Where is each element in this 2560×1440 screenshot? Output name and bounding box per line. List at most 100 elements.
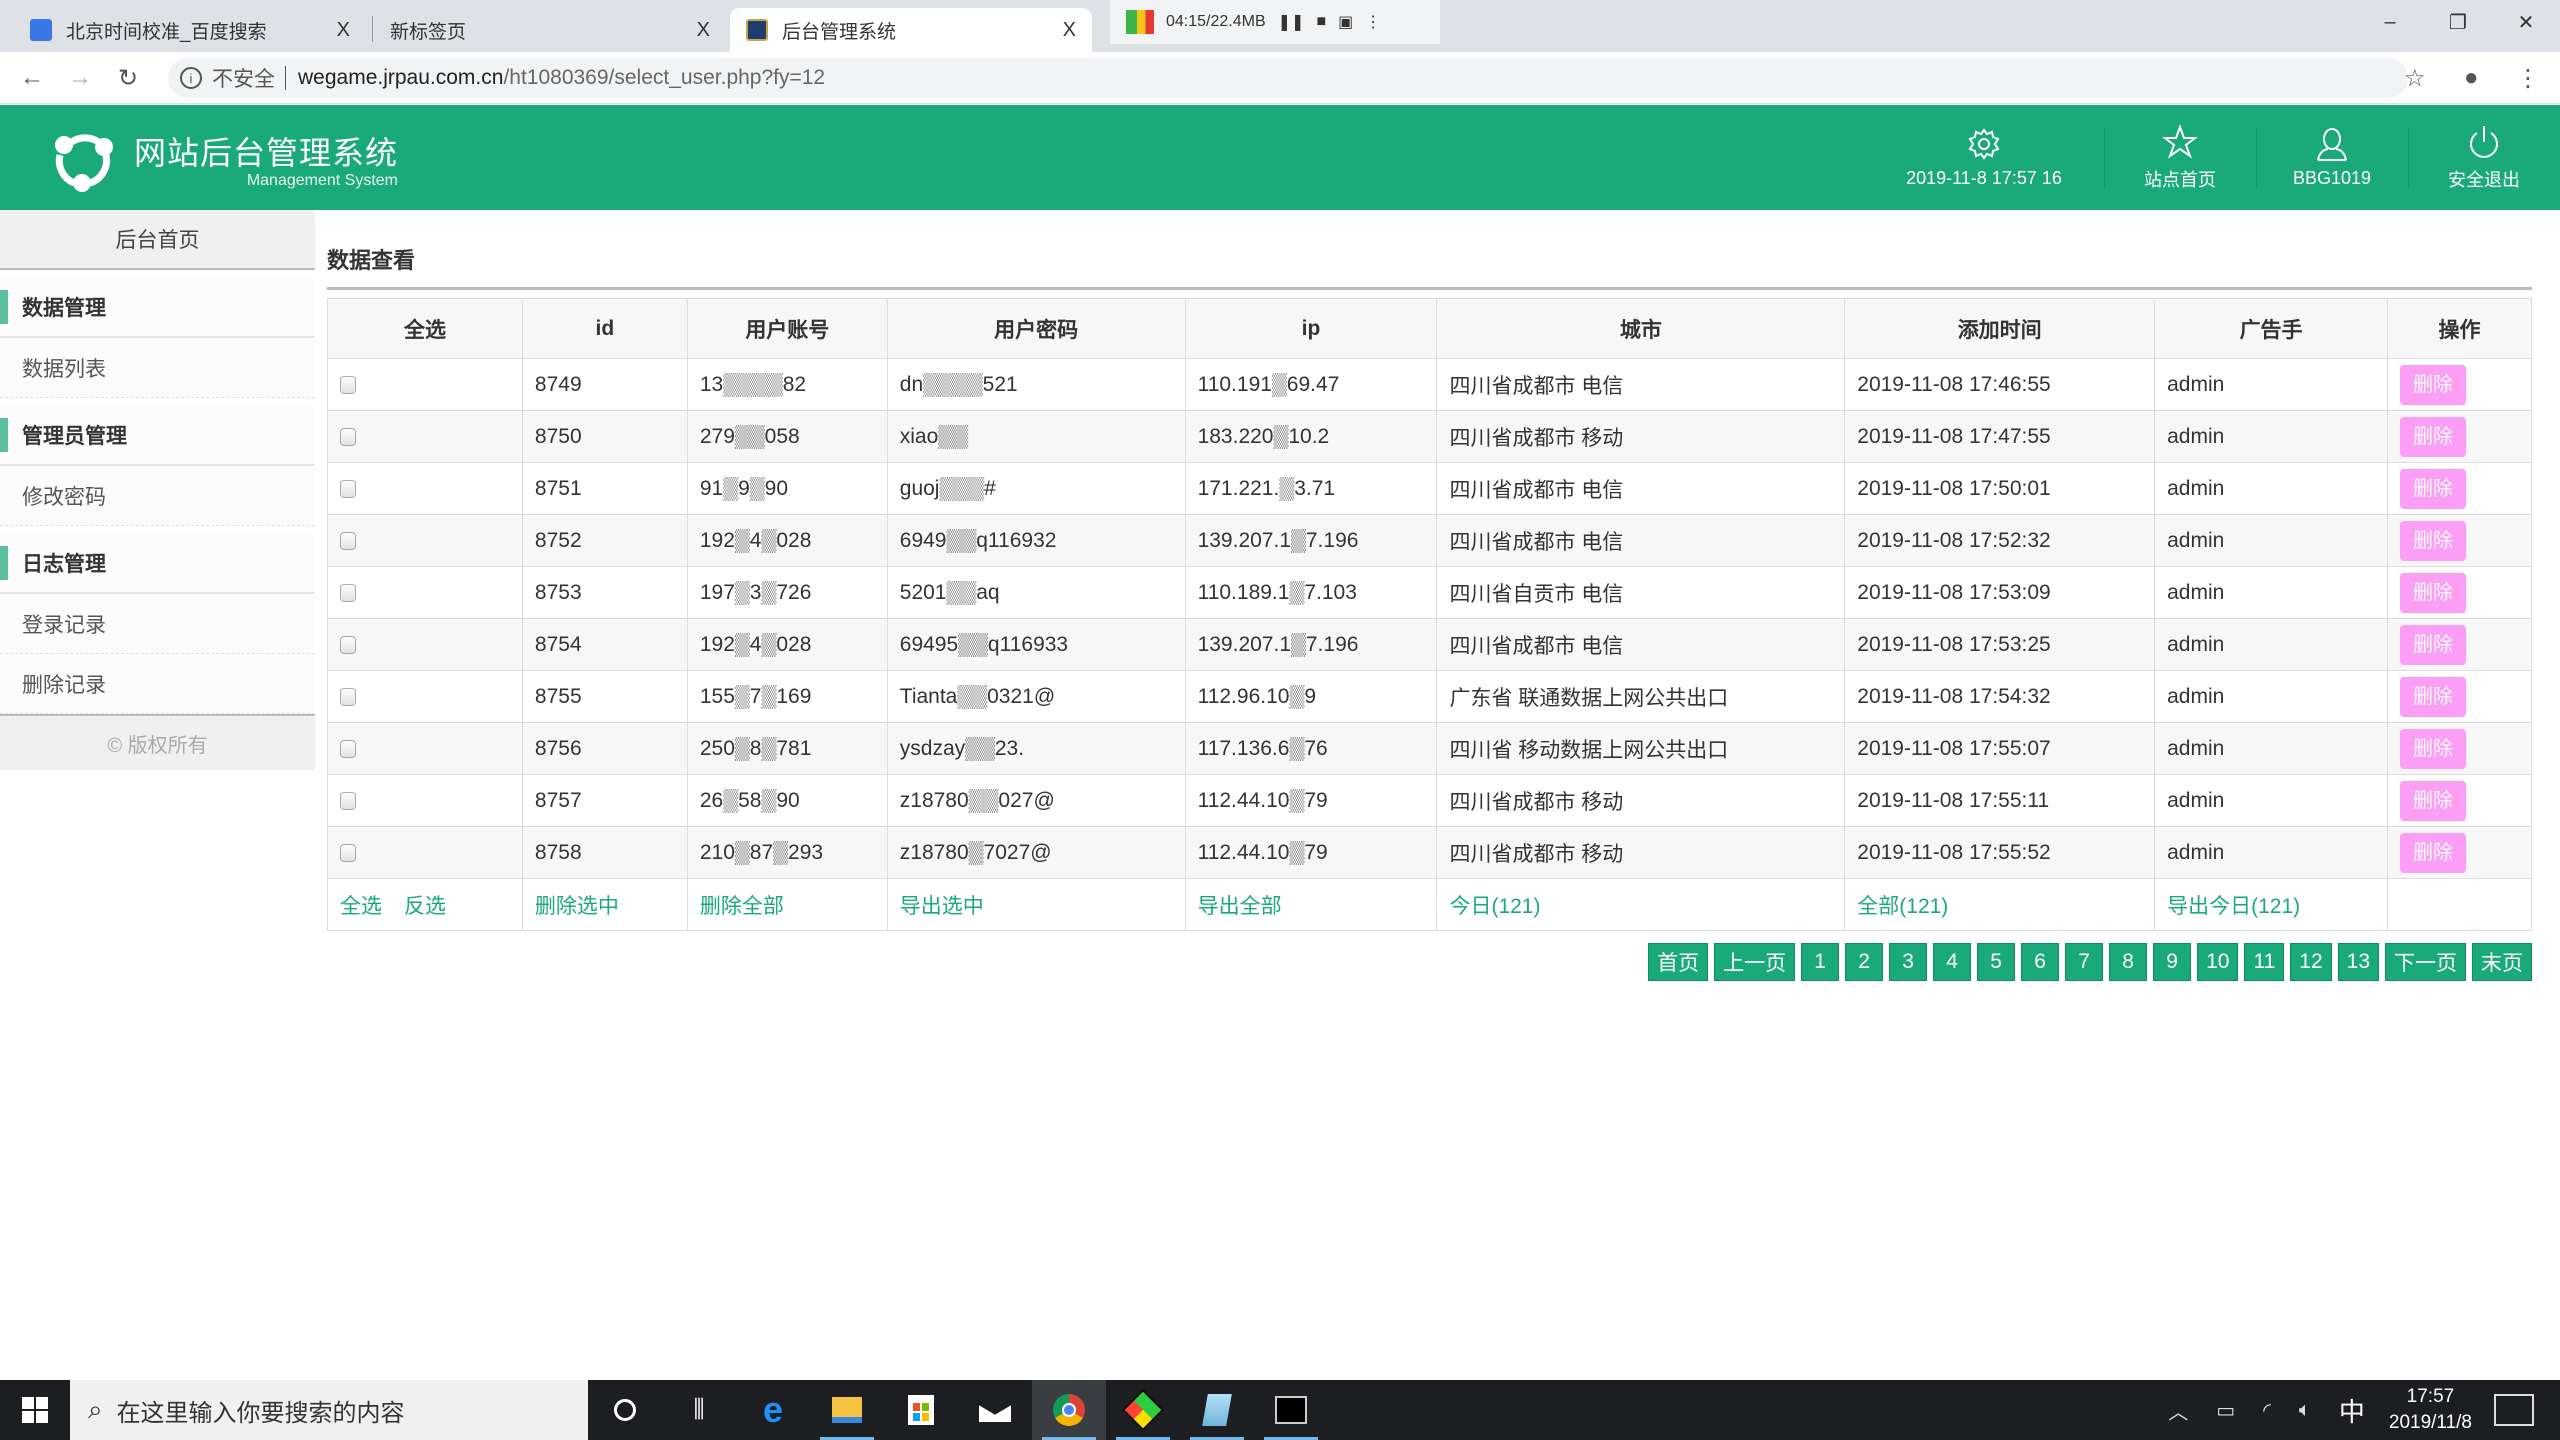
page-button[interactable]: 10	[2197, 943, 2239, 981]
page-button[interactable]: 8	[2109, 943, 2148, 981]
row-checkbox[interactable]	[340, 687, 356, 706]
menu-icon[interactable]: ⋮	[2516, 64, 2540, 93]
delete-button[interactable]: 删除	[2400, 364, 2467, 405]
page-button[interactable]: 首页	[1648, 943, 1709, 981]
info-icon[interactable]: i	[180, 67, 202, 89]
page-button[interactable]: 3	[1889, 943, 1928, 981]
profile-icon[interactable]: ●	[2464, 64, 2479, 92]
row-checkbox[interactable]	[340, 635, 356, 654]
close-icon[interactable]: X	[337, 19, 350, 42]
terminal-button[interactable]	[1254, 1380, 1328, 1440]
delete-button[interactable]: 删除	[2400, 520, 2467, 561]
mail-button[interactable]	[958, 1380, 1032, 1440]
delete-button[interactable]: 删除	[2400, 468, 2467, 509]
row-checkbox[interactable]	[340, 791, 356, 810]
page-button[interactable]: 6	[2021, 943, 2060, 981]
export-selected-link[interactable]: 导出选中	[900, 895, 984, 918]
delete-button[interactable]: 删除	[2400, 780, 2467, 821]
back-button[interactable]: ←	[16, 62, 48, 94]
delete-button[interactable]: 删除	[2400, 416, 2467, 457]
store-button[interactable]	[884, 1380, 958, 1440]
row-checkbox[interactable]	[340, 583, 356, 602]
page-button[interactable]: 上一页	[1714, 943, 1796, 981]
header-site-home[interactable]: 站点首页	[2104, 105, 2256, 210]
header-logout[interactable]: 安全退出	[2408, 105, 2560, 210]
tab-baidu-search[interactable]: 北京时间校准_百度搜索 X	[14, 8, 366, 52]
notification-center-icon[interactable]	[2494, 1394, 2534, 1426]
page-button[interactable]: 7	[2065, 943, 2104, 981]
bookmark-star-icon[interactable]: ☆	[2404, 64, 2426, 93]
forward-button[interactable]: →	[64, 62, 96, 94]
row-checkbox[interactable]	[340, 375, 356, 394]
minimize-button[interactable]: –	[2356, 0, 2424, 44]
reload-button[interactable]: ↻	[112, 62, 144, 94]
notepad-button[interactable]	[1180, 1380, 1254, 1440]
delete-button[interactable]: 删除	[2400, 676, 2467, 717]
sidebar-item-data-list[interactable]: 数据列表	[0, 338, 315, 398]
row-checkbox[interactable]	[340, 739, 356, 758]
show-hidden-icons-chevron-up-icon[interactable]: ︿	[2168, 1396, 2188, 1425]
delete-button[interactable]: 删除	[2400, 572, 2467, 613]
close-window-button[interactable]: ✕	[2492, 0, 2560, 44]
sidebar-home[interactable]: 后台首页	[0, 210, 315, 270]
sidebar-group-logs[interactable]: 日志管理	[0, 534, 315, 594]
pause-icon[interactable]: ❚❚	[1278, 12, 1305, 32]
page-button[interactable]: 下一页	[2385, 943, 2466, 981]
delete-selected-link[interactable]: 删除选中	[535, 895, 619, 918]
sidebar-group-admin[interactable]: 管理员管理	[0, 406, 315, 466]
page-button[interactable]: 9	[2153, 943, 2192, 981]
start-button[interactable]	[0, 1380, 70, 1440]
edge-button[interactable]: e	[736, 1380, 810, 1440]
close-icon[interactable]: X	[697, 19, 710, 42]
close-icon[interactable]: X	[1063, 19, 1076, 42]
row-checkbox[interactable]	[340, 427, 356, 446]
col-header-select-all[interactable]: 全选	[327, 298, 523, 359]
app-button[interactable]	[1106, 1380, 1180, 1440]
taskbar-search[interactable]: ⌕ 在这里输入你要搜索的内容	[70, 1380, 588, 1440]
export-today-link[interactable]: 导出今日(121)	[2167, 895, 2300, 918]
invert-selection-link[interactable]: 反选	[404, 895, 446, 918]
header-datetime[interactable]: 2019-11-8 17:57 16	[1864, 105, 2104, 210]
row-checkbox[interactable]	[340, 531, 356, 550]
select-all-link[interactable]: 全选	[340, 895, 382, 918]
battery-icon[interactable]: ▭	[2216, 1398, 2235, 1423]
sidebar-item-change-password[interactable]: 修改密码	[0, 466, 315, 526]
all-count-link[interactable]: 全部(121)	[1857, 895, 1948, 918]
page-button[interactable]: 2	[1845, 943, 1884, 981]
page-button[interactable]: 1	[1801, 943, 1840, 981]
sidebar-item-login-records[interactable]: 登录记录	[0, 594, 315, 654]
address-bar[interactable]: i 不安全 wegame.jrpau.com.cn /ht1080369/sel…	[168, 58, 2408, 98]
restore-button[interactable]: ❐	[2424, 0, 2492, 44]
stop-icon[interactable]: ■	[1316, 13, 1326, 31]
more-icon[interactable]: ⋮	[1365, 12, 1381, 32]
task-view-button[interactable]: ⫼	[662, 1380, 736, 1440]
row-checkbox[interactable]	[340, 843, 356, 862]
delete-button[interactable]: 删除	[2400, 728, 2467, 769]
cortana-button[interactable]	[588, 1380, 662, 1440]
clock[interactable]: 17:57 2019/11/8	[2389, 1384, 2472, 1436]
page-button[interactable]: 13	[2337, 943, 2379, 981]
wifi-icon[interactable]: ◜	[2263, 1398, 2271, 1423]
page-button[interactable]: 12	[2290, 943, 2332, 981]
delete-button[interactable]: 删除	[2400, 832, 2467, 873]
sidebar-item-delete-records[interactable]: 删除记录	[0, 654, 315, 714]
delete-all-link[interactable]: 删除全部	[700, 895, 784, 918]
header-user[interactable]: BBG1019	[2256, 105, 2408, 210]
today-count-link[interactable]: 今日(121)	[1449, 895, 1540, 918]
chrome-button[interactable]	[1032, 1380, 1106, 1440]
page-button[interactable]: 末页	[2472, 943, 2532, 981]
page-button[interactable]: 5	[1977, 943, 2016, 981]
ime-indicator[interactable]: 中	[2339, 1392, 2365, 1429]
tab-admin-system[interactable]: 后台管理系统 X	[730, 8, 1092, 52]
row-checkbox[interactable]	[340, 479, 356, 498]
page-button[interactable]: 11	[2244, 943, 2285, 981]
export-all-link[interactable]: 导出全部	[1198, 895, 1282, 918]
page-button[interactable]: 4	[1933, 943, 1972, 981]
delete-button[interactable]: 删除	[2400, 624, 2467, 665]
screenshot-icon[interactable]: ▣	[1338, 12, 1353, 32]
file-explorer-button[interactable]	[810, 1380, 884, 1440]
volume-icon[interactable]: 🔈︎	[2299, 1399, 2311, 1422]
logo[interactable]: 网站后台管理系统 Management System	[50, 125, 398, 193]
sidebar-group-data[interactable]: 数据管理	[0, 278, 315, 338]
tab-new-tab[interactable]: 新标签页 X	[374, 8, 726, 52]
